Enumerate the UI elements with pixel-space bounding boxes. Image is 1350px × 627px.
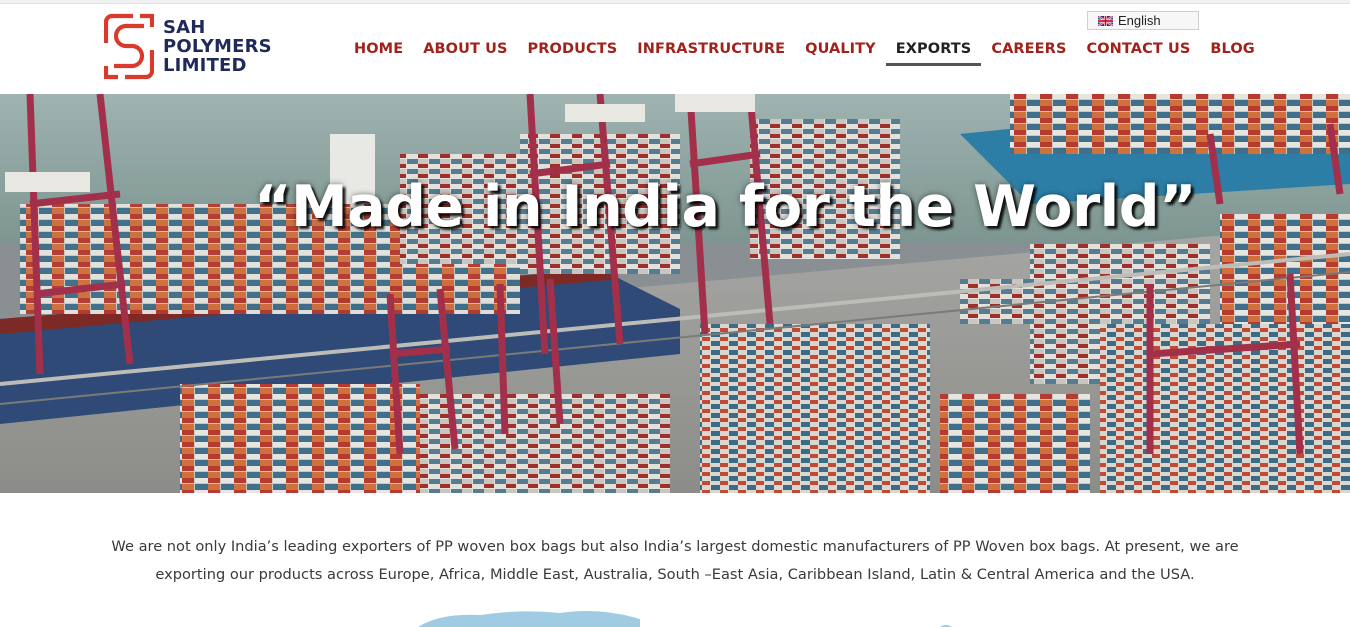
brand-logo[interactable]: SAH POLYMERS LIMITED bbox=[104, 13, 272, 80]
world-map-image bbox=[418, 611, 952, 627]
nav-quality[interactable]: QUALITY bbox=[795, 37, 886, 66]
uk-flag-icon bbox=[1098, 15, 1113, 26]
site-header: SAH POLYMERS LIMITED English HOME ABOUT … bbox=[0, 4, 1350, 94]
brand-line-1: SAH bbox=[163, 17, 206, 38]
nav-about-us[interactable]: ABOUT US bbox=[413, 37, 517, 66]
language-label: English bbox=[1118, 13, 1161, 28]
nav-infrastructure[interactable]: INFRASTRUCTURE bbox=[627, 37, 795, 66]
nav-blog[interactable]: BLOG bbox=[1200, 37, 1264, 66]
nav-products[interactable]: PRODUCTS bbox=[518, 37, 628, 66]
hero-banner: “Made in India for the World” bbox=[0, 94, 1350, 493]
language-selector[interactable]: English bbox=[1087, 11, 1199, 30]
brand-line-2: POLYMERS bbox=[163, 36, 272, 57]
intro-text: We are not only India’s leading exporter… bbox=[111, 538, 1239, 583]
nav-home[interactable]: HOME bbox=[344, 37, 413, 66]
brand-line-3: LIMITED bbox=[163, 55, 247, 76]
aerial-container-port-image bbox=[0, 94, 1350, 493]
nav-exports[interactable]: EXPORTS bbox=[885, 37, 982, 66]
hero-title: “Made in India for the World” bbox=[253, 174, 1197, 240]
logo-mark-icon bbox=[104, 13, 154, 80]
nav-contact-us[interactable]: CONTACT US bbox=[1077, 37, 1201, 66]
main-nav: HOME ABOUT US PRODUCTS INFRASTRUCTURE QU… bbox=[344, 37, 1265, 67]
brand-name: SAH POLYMERS LIMITED bbox=[163, 18, 272, 75]
nav-careers[interactable]: CAREERS bbox=[981, 37, 1076, 66]
